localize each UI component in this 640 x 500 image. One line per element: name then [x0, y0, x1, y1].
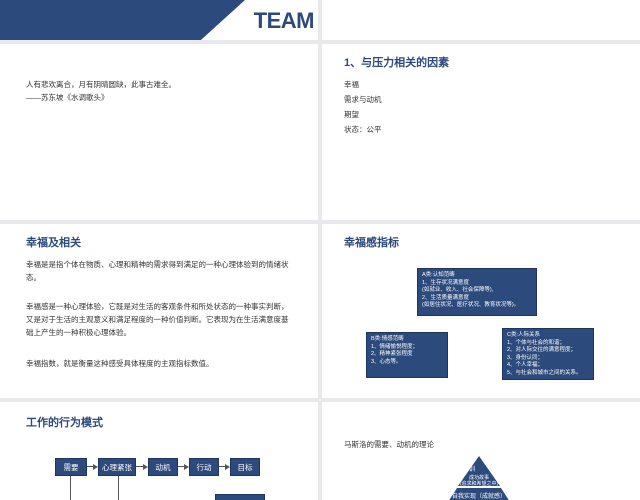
slide-pressure-factors: 1、与压力相关的因素 幸福 需求与动机 期望 状态：公平: [322, 44, 640, 220]
indicator-box-c: C类:人际关系 1、个体与社会的和谐； 2、对人际交往的满意程度； 3、身份认同…: [502, 328, 594, 380]
feedback-line-left: [70, 476, 71, 500]
box-c-line: C类:人际关系: [507, 332, 541, 338]
slide-title: 1、与压力相关的因素: [344, 57, 450, 69]
factor-item: 幸福: [344, 80, 359, 89]
slide-top-right-stub: [322, 0, 640, 40]
flow-box-partial: [215, 494, 265, 500]
pyramid-mid-label: 自我实现（成就感）: [451, 494, 506, 500]
pyramid-top-sub2: (追求和希望之中): [459, 481, 499, 487]
paragraph-2: 幸福感是一种心理体验，它既是对生活的客观条件和所处状态的一种事实判断，又是对于生…: [26, 302, 289, 337]
box-a-line: A类:认知范畴: [422, 272, 455, 278]
box-a-line: 2、生活质量满意度: [422, 294, 470, 301]
box-c-line: 2、对人际交往的满意程度；: [507, 347, 577, 353]
box-b-line: 3、心态等。: [371, 358, 402, 365]
box-c-line: 4、个人幸福；: [507, 362, 544, 368]
flow-box-motive: 动机: [148, 458, 178, 476]
indicator-box-a: A类:认知范畴 1、生存状况满意度 (如就业、收入、社会保障等), 2、生活质量…: [417, 268, 537, 316]
pyramid-top-label: 培训: [462, 467, 475, 473]
slide-work-behavior: 工作的行为模式 需要 心理紧张 动机 行动 目标: [0, 402, 318, 500]
slide-title: 幸福及相关: [26, 237, 81, 249]
flow-box-action: 行动: [189, 458, 219, 476]
quote-line-1: 人有悲欢离合，月有阴晴圆缺，此事古难全。: [26, 80, 176, 89]
slide-team-banner: TEAM: [0, 0, 318, 40]
box-a-line: 1、生存状况满意度: [422, 279, 470, 286]
flow-box-need: 需要: [55, 458, 87, 476]
quote-line-2: ——苏东坡《水调歌头》: [26, 93, 109, 102]
factor-item: 状态：公平: [344, 125, 382, 134]
box-b-line: 2、精神紧张程度: [371, 351, 413, 357]
indicator-box-b: B类:情感范畴 1、情绪愉悦程度； 2、精神紧张程度 3、心态等。: [366, 332, 448, 378]
banner-shape: [0, 0, 245, 40]
box-b-line: B类:情感范畴: [371, 336, 404, 342]
factor-item: 期望: [344, 110, 359, 119]
flow-box-goal: 目标: [230, 458, 260, 476]
slide-happiness-indicators: 幸福感指标 A类:认知范畴 1、生存状况满意度 (如就业、收入、社会保障等), …: [322, 224, 640, 398]
flow-box-tension: 心理紧张: [98, 458, 136, 476]
paragraph-3: 幸福指数，就是衡量这种感受具体程度的主观指标数值。: [26, 359, 214, 368]
slide-happiness: 幸福及相关 幸福是是指个体在物质、心理和精神的需求得到满足的一种心理体验到的情绪…: [0, 224, 318, 398]
slide-subtitle: 马斯洛的需要、动机的理论: [344, 440, 434, 449]
slide-maslow: 马斯洛的需要、动机的理论 培训 成功故事 (追求和希望之中) 自我实现（成就感）: [322, 402, 640, 500]
slide-title: 工作的行为模式: [26, 417, 103, 429]
box-c-line: 1、个体与社会的和谐；: [507, 339, 566, 346]
feedback-line-mid: [118, 476, 119, 500]
box-a-line: (如就业、收入、社会保障等),: [422, 287, 494, 293]
slide-quote: 人有悲欢离合，月有阴晴圆缺，此事古难全。 ——苏东坡《水调歌头》: [0, 44, 318, 220]
factor-item: 需求与动机: [344, 95, 382, 104]
paragraph-1: 幸福是是指个体在物质、心理和精神的需求得到满足的一种心理体验到的情绪状态。: [26, 260, 289, 282]
team-label: TEAM: [253, 8, 315, 33]
box-b-line: 1、情绪愉悦程度；: [371, 343, 419, 350]
slide-title: 幸福感指标: [344, 237, 399, 249]
box-c-line: 5、与社会和城市之间的关系。: [507, 369, 582, 376]
box-a-line: (如居住状况、医疗状况、教育状况等)。: [422, 302, 520, 308]
box-c-line: 3、身份认同；: [507, 354, 544, 361]
